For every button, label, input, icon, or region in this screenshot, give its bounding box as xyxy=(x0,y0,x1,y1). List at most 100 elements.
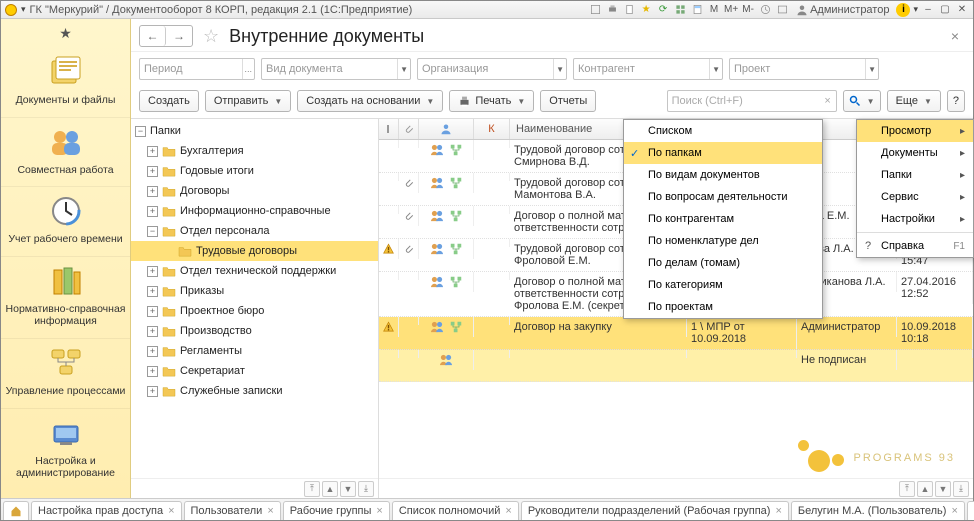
sidebar-item-ref-info[interactable]: Нормативно-справочная информация xyxy=(1,256,130,338)
expand-icon[interactable]: + xyxy=(147,306,158,317)
expand-icon[interactable]: + xyxy=(147,286,158,297)
tree-item[interactable]: +Бухгалтерия xyxy=(131,141,378,161)
sidebar-item-timesheet[interactable]: Учет рабочего времени xyxy=(1,186,130,256)
window-tab[interactable]: Пользователи× xyxy=(184,501,281,520)
tree-item[interactable]: +Приказы xyxy=(131,281,378,301)
sidebar-item-admin[interactable]: Настройка и администрирование xyxy=(1,408,130,490)
tb-m[interactable]: M xyxy=(707,3,721,17)
search-clear-icon[interactable]: × xyxy=(820,95,836,107)
more-view[interactable]: Просмотр▸ xyxy=(857,120,973,142)
tb-info-icon[interactable]: i xyxy=(896,3,910,17)
tree-item[interactable]: +Секретариат xyxy=(131,361,378,381)
more-settings[interactable]: Настройки▸ xyxy=(857,208,973,230)
col-k-header[interactable]: К xyxy=(474,119,510,139)
window-tab[interactable]: Список полномочий× xyxy=(392,501,519,520)
help-button[interactable]: ? xyxy=(947,90,965,112)
page-close-button[interactable]: × xyxy=(945,28,965,44)
filter-counterparty-input[interactable] xyxy=(574,59,709,79)
chevron-down-icon[interactable]: ▼ xyxy=(397,59,410,79)
window-tab[interactable]: Внутренние документы× xyxy=(967,501,974,520)
expand-icon[interactable]: + xyxy=(147,386,158,397)
filter-project[interactable]: ▼ xyxy=(729,58,879,80)
tab-close-icon[interactable]: × xyxy=(267,505,273,517)
chevron-down-icon[interactable]: ▼ xyxy=(709,59,722,79)
more-service[interactable]: Сервис▸ xyxy=(857,186,973,208)
col-attach-icon[interactable] xyxy=(399,119,419,139)
tab-close-icon[interactable]: × xyxy=(505,505,511,517)
tree-root[interactable]: − Папки xyxy=(131,121,378,141)
expand-icon[interactable]: + xyxy=(147,266,158,277)
view-mode-list[interactable]: Списком xyxy=(624,120,822,142)
expand-icon[interactable]: + xyxy=(147,326,158,337)
tree-item[interactable]: +Договоры xyxy=(131,181,378,201)
send-button[interactable]: Отправить▼ xyxy=(205,90,291,112)
tb-icon-1[interactable] xyxy=(588,3,602,17)
tree-item[interactable]: +Годовые итоги xyxy=(131,161,378,181)
tb-m-plus[interactable]: M+ xyxy=(724,3,738,17)
grid-nav-last[interactable]: ⤓ xyxy=(953,481,969,497)
window-close-icon[interactable]: ✕ xyxy=(955,3,969,17)
filter-period-input[interactable] xyxy=(140,59,242,79)
tree-nav-last[interactable]: ⤓ xyxy=(358,481,374,497)
create-button[interactable]: Создать xyxy=(139,90,199,112)
grid-row[interactable]: Договор на закупку1 \ МПР от 10.09.2018А… xyxy=(379,317,973,350)
filter-project-input[interactable] xyxy=(730,59,865,79)
window-minimize-icon[interactable]: – xyxy=(921,3,935,17)
tab-close-icon[interactable]: × xyxy=(775,505,781,517)
more-folders[interactable]: Папки▸ xyxy=(857,164,973,186)
collapse-icon[interactable]: − xyxy=(147,226,158,237)
tree-item[interactable]: Трудовые договоры xyxy=(131,241,378,261)
print-button[interactable]: Печать▼ xyxy=(449,90,534,112)
expand-icon[interactable]: + xyxy=(147,186,158,197)
view-mode-activity[interactable]: По вопросам деятельности xyxy=(624,186,822,208)
nav-forward-button[interactable]: → xyxy=(166,26,192,46)
search-input[interactable] xyxy=(668,95,820,107)
grid-nav-up[interactable]: ▲ xyxy=(917,481,933,497)
tree-item[interactable]: +Информационно-справочные xyxy=(131,201,378,221)
tab-home[interactable] xyxy=(3,501,29,520)
col-flag-icon[interactable] xyxy=(379,119,399,139)
tb-print-icon[interactable] xyxy=(605,3,619,17)
sidebar-item-teamwork[interactable]: Совместная работа xyxy=(1,117,130,187)
grid-nav-first[interactable]: ⤒ xyxy=(899,481,915,497)
tb-refresh-icon[interactable]: ⟳ xyxy=(656,3,670,17)
chevron-down-icon[interactable]: ▼ xyxy=(553,59,566,79)
expand-icon[interactable]: + xyxy=(147,206,158,217)
tab-close-icon[interactable]: × xyxy=(376,505,382,517)
tab-close-icon[interactable]: × xyxy=(168,505,174,517)
history-dropdown-icon[interactable]: ▾ xyxy=(21,5,26,14)
tree-nav-first[interactable]: ⤒ xyxy=(304,481,320,497)
folder-tree[interactable]: − Папки +Бухгалтерия+Годовые итоги+Догов… xyxy=(131,119,378,478)
filter-kind[interactable]: ▼ xyxy=(261,58,411,80)
tb-info-dd[interactable]: ▾ xyxy=(913,5,918,14)
sidebar-item-processes[interactable]: Управление процессами xyxy=(1,338,130,408)
view-mode-projects[interactable]: По проектам xyxy=(624,296,822,318)
window-tab[interactable]: Руководители подразделений (Рабочая груп… xyxy=(521,501,789,520)
view-mode-counterparty[interactable]: По контрагентам xyxy=(624,208,822,230)
sidebar-favorites-icon[interactable]: ★ xyxy=(59,25,72,42)
create-based-button[interactable]: Создать на основании▼ xyxy=(297,90,443,112)
tree-item[interactable]: +Производство xyxy=(131,321,378,341)
expand-icon[interactable]: + xyxy=(147,146,158,157)
advanced-search-button[interactable]: ▼ xyxy=(843,90,881,112)
more-button[interactable]: Еще▼ xyxy=(887,90,941,112)
tree-item[interactable]: +Проектное бюро xyxy=(131,301,378,321)
favorite-toggle-icon[interactable]: ☆ xyxy=(203,26,219,47)
window-maximize-icon[interactable]: ▢ xyxy=(938,3,952,17)
tab-close-icon[interactable]: × xyxy=(951,505,957,517)
window-tab[interactable]: Белугин М.А. (Пользователь)× xyxy=(791,501,965,520)
view-mode-nomenclature[interactable]: По номенклатуре дел xyxy=(624,230,822,252)
tree-item[interactable]: −Отдел персонала xyxy=(131,221,378,241)
window-tab[interactable]: Рабочие группы× xyxy=(283,501,390,520)
tree-item[interactable]: +Служебные записки xyxy=(131,381,378,401)
tb-m-minus[interactable]: M- xyxy=(741,3,755,17)
filter-kind-input[interactable] xyxy=(262,59,397,79)
tb-window-icon[interactable] xyxy=(775,3,789,17)
chevron-down-icon[interactable]: ▼ xyxy=(865,59,878,79)
tree-item[interactable]: +Регламенты xyxy=(131,341,378,361)
sidebar-item-docs-files[interactable]: Документы и файлы xyxy=(1,48,130,117)
filter-period[interactable]: … xyxy=(139,58,255,80)
tb-star-icon[interactable]: ★ xyxy=(639,3,653,17)
tb-grid-icon[interactable] xyxy=(673,3,687,17)
filter-period-dd-icon[interactable]: … xyxy=(242,59,254,79)
